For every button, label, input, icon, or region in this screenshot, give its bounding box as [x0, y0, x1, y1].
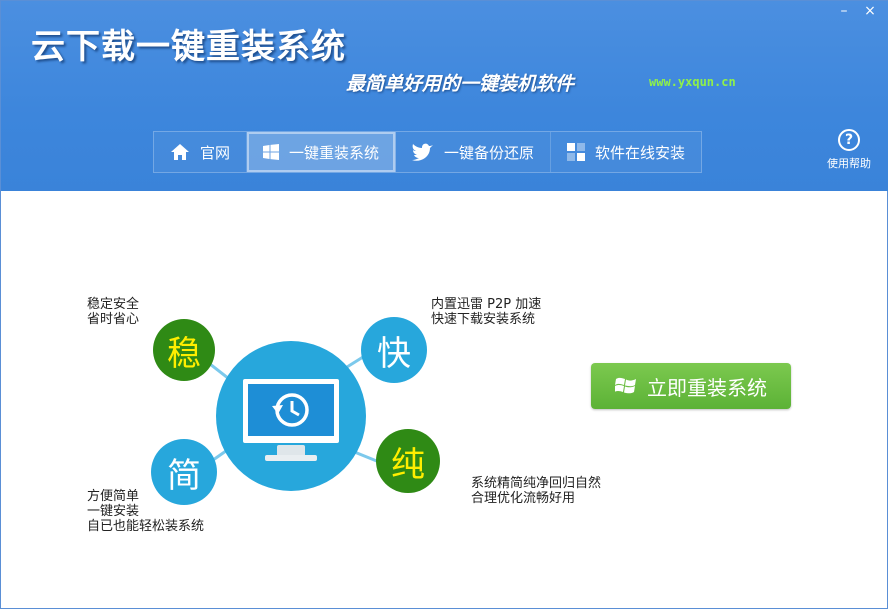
- install-now-button[interactable]: 立即重装系统: [591, 363, 791, 409]
- header: 云下载一键重装系统 最简单好用的一键装机软件 www.yxqun.cn – × …: [1, 1, 888, 191]
- nav-item-backup[interactable]: 一键备份还原: [396, 132, 552, 172]
- stable-line-2: 省时省心: [87, 312, 140, 327]
- pure-line-2: 合理优化流畅好用: [471, 491, 576, 506]
- fast-line-2: 快速下载安装系统: [431, 312, 536, 327]
- fast-line-1: 内置迅雷 P2P 加速: [431, 297, 542, 312]
- stable-line-1: 稳定安全: [87, 297, 140, 312]
- simple-line-3: 自已也能轻松装系统: [87, 519, 205, 534]
- stable-badge: 稳: [153, 319, 215, 381]
- help-icon: ?: [838, 129, 860, 151]
- window-controls: – ×: [831, 3, 883, 21]
- windows-icon: [263, 144, 280, 160]
- stable-description: 稳定安全 省时省心: [87, 297, 139, 327]
- tagline: 最简单好用的一键装机软件: [346, 73, 575, 95]
- app-title: 云下载一键重装系统: [31, 27, 346, 67]
- home-icon: [170, 143, 190, 161]
- help-button[interactable]: ? 使用帮助: [821, 129, 877, 171]
- fast-badge: 快: [361, 317, 427, 383]
- nav-item-label: 软件在线安装: [595, 143, 686, 162]
- center-computer-graphic: [216, 341, 366, 491]
- nav-item-software[interactable]: 软件在线安装: [551, 132, 701, 172]
- monitor-icon: [243, 379, 339, 443]
- main-nav: 官网 一键重装系统 一键备份还原 软件在线安装: [153, 131, 703, 173]
- pure-description: 系统精简纯净回归自然 合理优化流畅好用: [471, 476, 601, 506]
- nav-item-reinstall[interactable]: 一键重装系统: [247, 132, 397, 172]
- install-now-label: 立即重装系统: [647, 375, 767, 400]
- monitor-base: [265, 455, 317, 461]
- pure-line-1: 系统精简纯净回归自然: [471, 476, 602, 491]
- nav-item-label: 一键备份还原: [444, 143, 535, 162]
- simple-line-2: 一键安装: [87, 504, 140, 519]
- nav-item-label: 一键重装系统: [289, 143, 380, 162]
- pure-badge: 纯: [376, 429, 440, 493]
- nav-item-home[interactable]: 官网: [154, 132, 248, 172]
- monitor-screen: [248, 384, 334, 436]
- restore-clock-icon: [272, 393, 309, 427]
- nav-item-label: 官网: [200, 143, 231, 162]
- minimize-button[interactable]: –: [831, 3, 857, 21]
- help-label: 使用帮助: [827, 157, 871, 170]
- blocks-icon: [567, 143, 586, 161]
- simple-line-1: 方便简单: [87, 489, 140, 504]
- windows-icon: [615, 376, 637, 396]
- bird-icon: [412, 143, 434, 161]
- simple-description: 方便简单 一键安装 自已也能轻松装系统: [87, 489, 204, 534]
- site-url: www.yxqun.cn: [649, 75, 736, 89]
- close-button[interactable]: ×: [857, 3, 883, 21]
- app-window: 云下载一键重装系统 最简单好用的一键装机软件 www.yxqun.cn – × …: [0, 0, 888, 609]
- fast-description: 内置迅雷 P2P 加速 快速下载安装系统: [431, 297, 541, 327]
